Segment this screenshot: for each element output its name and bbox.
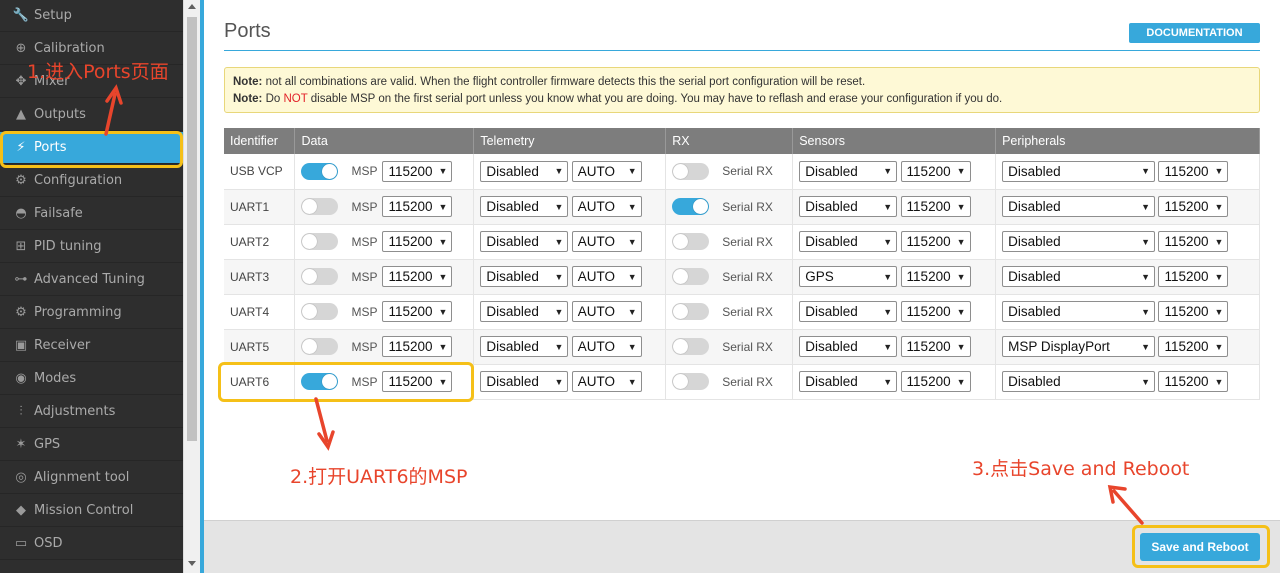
app-window: 🔧 Setup ⊕ Calibration ✥ Mixer ▲ Outputs ⚡ Ports ⚙ C… <box>0 0 1280 573</box>
arrow-step-1-icon <box>104 84 1144 525</box>
